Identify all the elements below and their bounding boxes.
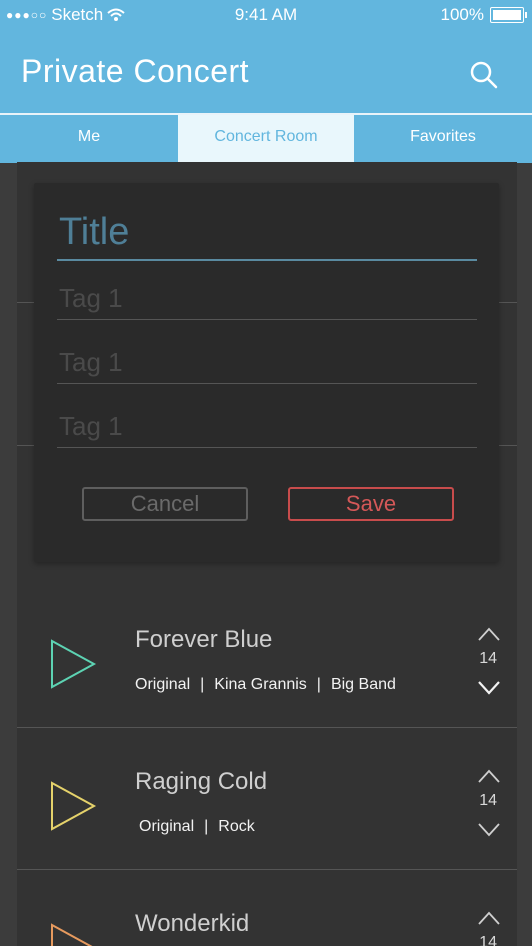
upvote-icon[interactable] — [477, 910, 501, 926]
song-meta-type: Original — [135, 676, 191, 693]
song-meta-genre: Rock — [218, 818, 255, 835]
vote-count: 14 — [479, 650, 497, 667]
page-title: Private Concert — [21, 53, 250, 89]
save-button[interactable]: Save — [288, 487, 454, 521]
tag-input-2[interactable] — [57, 341, 477, 384]
upvote-icon[interactable] — [477, 626, 501, 642]
upvote-icon[interactable] — [477, 768, 501, 784]
song-meta-artist: Kina Grannis — [214, 676, 307, 693]
song-meta-genre: Big Band — [330, 676, 396, 693]
tab-me[interactable]: Me — [0, 115, 178, 163]
song-title: Wonderkid — [135, 910, 250, 937]
song-title: Raging Cold — [135, 768, 268, 795]
song-item[interactable]: Wonderkid 14 — [17, 872, 517, 946]
tag-input-3[interactable] — [57, 405, 477, 448]
add-song-form: Cancel Save — [34, 183, 499, 562]
battery-icon — [490, 7, 527, 23]
status-bar: ●●●○○ Sketch 9:41 AM 100% — [0, 0, 532, 30]
meta-separator: | — [316, 676, 321, 693]
song-item[interactable]: Forever Blue Original | Kina Grannis | B… — [17, 588, 517, 728]
app-header: ●●●○○ Sketch 9:41 AM 100% Private Concer… — [0, 0, 532, 113]
downvote-icon[interactable] — [477, 680, 501, 696]
battery-percent: 100% — [440, 5, 484, 24]
tab-concert-room[interactable]: Concert Room — [178, 115, 354, 163]
play-icon[interactable] — [49, 922, 97, 946]
divider — [17, 869, 517, 870]
downvote-icon[interactable] — [477, 822, 501, 838]
tab-favorites[interactable]: Favorites — [354, 115, 532, 163]
song-title: Forever Blue — [135, 626, 273, 653]
divider — [17, 727, 517, 728]
title-input[interactable] — [57, 205, 477, 261]
battery-group: 100% — [440, 5, 527, 25]
cancel-button[interactable]: Cancel — [82, 487, 248, 521]
play-icon[interactable] — [49, 638, 97, 690]
song-meta: Original | Kina Grannis | Big Band — [135, 676, 396, 694]
song-meta: Original | Rock — [139, 818, 255, 836]
meta-separator: | — [204, 818, 209, 835]
song-meta-type: Original — [139, 818, 195, 835]
play-icon[interactable] — [49, 780, 97, 832]
vote-count: 14 — [479, 792, 497, 809]
song-item[interactable]: Raging Cold Original | Rock 14 — [17, 730, 517, 870]
meta-separator: | — [200, 676, 205, 693]
vote-count: 14 — [479, 934, 497, 946]
tag-input-1[interactable] — [57, 277, 477, 320]
tab-bar: Me Concert Room Favorites — [0, 113, 532, 163]
search-icon[interactable] — [469, 60, 499, 90]
